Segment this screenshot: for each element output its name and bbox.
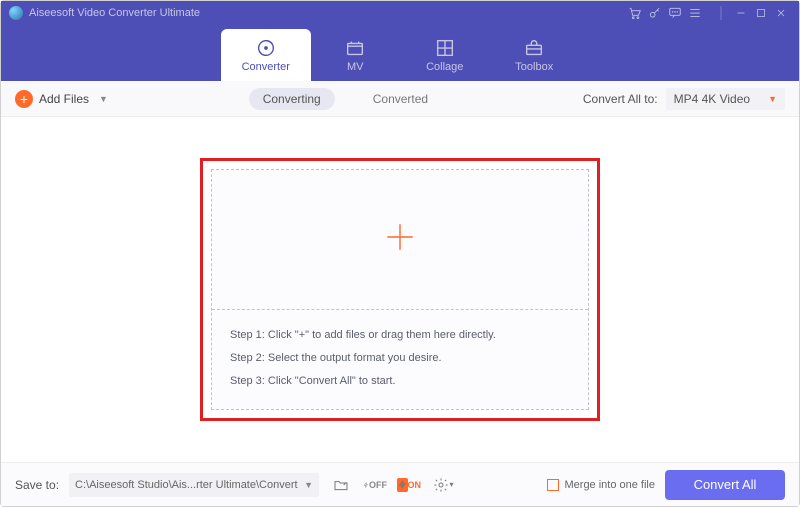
subtab-label: Converted xyxy=(373,92,428,106)
step-3: Step 3: Click "Convert All" to start. xyxy=(230,370,570,393)
add-files-button[interactable]: + Add Files ▼ xyxy=(15,90,108,108)
output-format-value: MP4 4K Video xyxy=(674,92,751,106)
toolbox-icon xyxy=(523,37,545,59)
app-window: Aiseesoft Video Converter Ultimate Conve… xyxy=(0,0,800,507)
highlight-box: Step 1: Click "+" to add files or drag t… xyxy=(200,158,600,421)
subtab-label: Converting xyxy=(263,92,321,106)
minimize-button[interactable] xyxy=(731,3,751,23)
save-path-value: C:\Aiseesoft Studio\Ais...rter Ultimate\… xyxy=(75,479,298,491)
merge-label: Merge into one file xyxy=(565,479,656,491)
tab-label: MV xyxy=(347,61,364,73)
tab-collage[interactable]: Collage xyxy=(400,29,490,81)
convert-all-to: Convert All to: MP4 4K Video ▼ xyxy=(583,88,785,110)
cart-icon[interactable] xyxy=(625,3,645,23)
collage-icon xyxy=(434,37,456,59)
settings-button[interactable]: ▾ xyxy=(431,473,455,497)
instructions: Step 1: Click "+" to add files or drag t… xyxy=(212,310,588,409)
convert-all-button[interactable]: Convert All xyxy=(665,470,785,500)
footer: Save to: C:\Aiseesoft Studio\Ais...rter … xyxy=(1,462,799,506)
mv-icon xyxy=(344,37,366,59)
main-area: Step 1: Click "+" to add files or drag t… xyxy=(1,117,799,462)
key-icon[interactable] xyxy=(645,3,665,23)
subtab-converted[interactable]: Converted xyxy=(359,88,442,110)
app-logo-icon xyxy=(9,6,23,20)
add-plus-icon xyxy=(383,220,417,259)
output-format-select[interactable]: MP4 4K Video ▼ xyxy=(666,88,785,110)
drop-zone-add[interactable] xyxy=(212,170,588,310)
toolbar: + Add Files ▼ Converting Converted Conve… xyxy=(1,81,799,117)
tab-label: Collage xyxy=(426,61,463,73)
checkbox-icon xyxy=(547,479,559,491)
convert-all-to-label: Convert All to: xyxy=(583,92,658,106)
merge-checkbox[interactable]: Merge into one file xyxy=(547,479,656,491)
converter-icon xyxy=(255,37,277,59)
add-files-label: Add Files xyxy=(39,92,89,106)
tab-label: Converter xyxy=(242,61,290,73)
open-folder-button[interactable] xyxy=(329,473,353,497)
chevron-down-icon: ▼ xyxy=(768,94,777,104)
close-button[interactable] xyxy=(771,3,791,23)
tab-converter[interactable]: Converter xyxy=(221,29,311,81)
main-tab-strip: Converter MV Collage Toolbox xyxy=(1,25,799,81)
maximize-button[interactable] xyxy=(751,3,771,23)
drop-zone[interactable]: Step 1: Click "+" to add files or drag t… xyxy=(211,169,589,410)
save-path-select[interactable]: C:\Aiseesoft Studio\Ais...rter Ultimate\… xyxy=(69,473,319,497)
feedback-icon[interactable] xyxy=(665,3,685,23)
step-2: Step 2: Select the output format you des… xyxy=(230,347,570,370)
convert-all-label: Convert All xyxy=(694,477,757,492)
chevron-down-icon: ▼ xyxy=(99,94,108,104)
save-to-label: Save to: xyxy=(15,478,59,492)
plus-icon: + xyxy=(15,90,33,108)
title-bar: Aiseesoft Video Converter Ultimate xyxy=(1,1,799,25)
divider xyxy=(711,3,731,23)
menu-icon[interactable] xyxy=(685,3,705,23)
gpu-off-button[interactable]: OFF xyxy=(363,473,387,497)
tab-label: Toolbox xyxy=(515,61,553,73)
chevron-down-icon: ▼ xyxy=(304,480,313,490)
app-title: Aiseesoft Video Converter Ultimate xyxy=(29,7,200,19)
gpu-on-button[interactable]: ON xyxy=(397,473,421,497)
step-1: Step 1: Click "+" to add files or drag t… xyxy=(230,324,570,347)
tab-toolbox[interactable]: Toolbox xyxy=(490,29,580,81)
tab-mv[interactable]: MV xyxy=(311,29,401,81)
subtab-converting[interactable]: Converting xyxy=(249,88,335,110)
